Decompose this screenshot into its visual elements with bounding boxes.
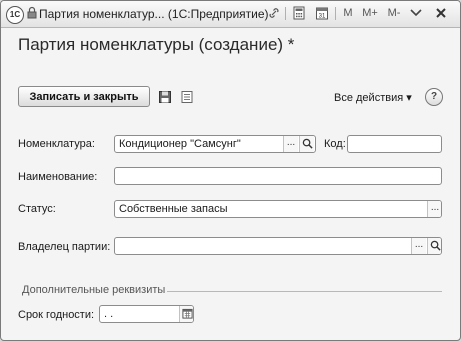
memory-minus-button[interactable]: M- bbox=[385, 6, 403, 21]
search-icon[interactable] bbox=[299, 136, 314, 152]
page-title: Партия номенклатуры (создание) * bbox=[18, 35, 295, 54]
select-button[interactable]: ... bbox=[411, 238, 426, 254]
group-divider bbox=[167, 291, 442, 292]
calculator-icon[interactable] bbox=[292, 6, 306, 20]
calendar-icon[interactable]: 31 bbox=[315, 6, 329, 20]
link-icon[interactable] bbox=[267, 6, 281, 20]
expiry-date-field[interactable]: . . bbox=[99, 305, 194, 323]
toolbar-separator bbox=[335, 7, 336, 20]
code-field[interactable] bbox=[347, 135, 442, 153]
expiry-value: . . bbox=[104, 308, 114, 320]
expiry-label: Срок годности: bbox=[18, 309, 95, 321]
status-label: Статус: bbox=[18, 203, 56, 215]
all-actions-menu[interactable]: Все действия ▾ bbox=[334, 91, 412, 104]
nomenclature-value: Кондиционер "Самсунг" bbox=[119, 138, 241, 150]
owner-field[interactable]: ... bbox=[114, 237, 442, 255]
select-button[interactable]: ... bbox=[427, 201, 441, 217]
floppy-disk-icon[interactable] bbox=[158, 90, 172, 104]
search-icon[interactable] bbox=[427, 238, 441, 254]
calendar-icon[interactable] bbox=[179, 306, 193, 322]
status-field[interactable]: Собственные запасы ... bbox=[114, 200, 442, 218]
app-logo-icon[interactable]: 1С bbox=[6, 6, 24, 24]
memory-plus-button[interactable]: M+ bbox=[361, 6, 379, 21]
svg-text:31: 31 bbox=[319, 14, 326, 20]
nomenclature-label: Номенклатура: bbox=[18, 138, 95, 150]
toolbar-separator bbox=[285, 7, 286, 20]
owner-label: Владелец партии: bbox=[18, 241, 111, 253]
close-icon[interactable] bbox=[434, 6, 448, 20]
additional-attributes-group-label: Дополнительные реквизиты bbox=[22, 284, 166, 296]
name-label: Наименование: bbox=[18, 171, 98, 183]
title-bar: 1С Партия номенклатур... (1С:Предприятие… bbox=[1, 1, 460, 28]
help-button[interactable]: ? bbox=[425, 88, 443, 106]
window-title: Партия номенклатур... (1С:Предприятие) bbox=[39, 7, 269, 21]
select-button[interactable]: ... bbox=[283, 136, 298, 152]
nomenclature-field[interactable]: Кондиционер "Самсунг" ... bbox=[114, 135, 316, 153]
memory-button[interactable]: M bbox=[342, 6, 354, 21]
lock-icon bbox=[27, 6, 37, 19]
list-icon[interactable] bbox=[180, 90, 194, 104]
collapse-icon[interactable] bbox=[409, 6, 423, 20]
form-window: 1С Партия номенклатур... (1С:Предприятие… bbox=[0, 0, 461, 341]
name-field[interactable] bbox=[114, 167, 442, 185]
save-and-close-button[interactable]: Записать и закрыть bbox=[18, 86, 150, 107]
code-label: Код: bbox=[324, 138, 346, 150]
status-value: Собственные запасы bbox=[119, 203, 228, 215]
